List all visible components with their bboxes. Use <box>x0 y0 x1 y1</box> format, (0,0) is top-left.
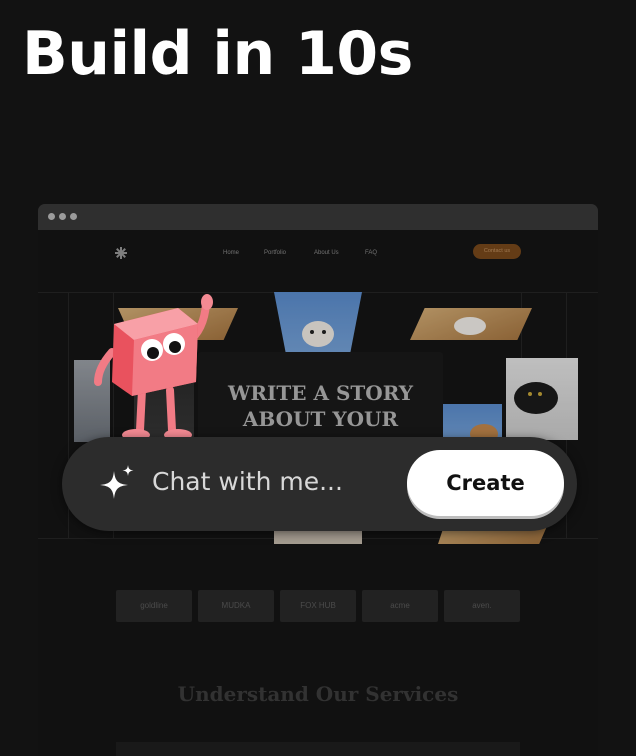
chat-input[interactable]: Chat with me... <box>152 467 343 496</box>
create-button[interactable]: Create <box>407 450 564 516</box>
sparkle-icon <box>100 465 134 499</box>
chat-bar[interactable]: Chat with me... Create <box>62 437 577 531</box>
mascot-icon <box>94 294 213 441</box>
headline: Build in 10s <box>22 19 413 89</box>
